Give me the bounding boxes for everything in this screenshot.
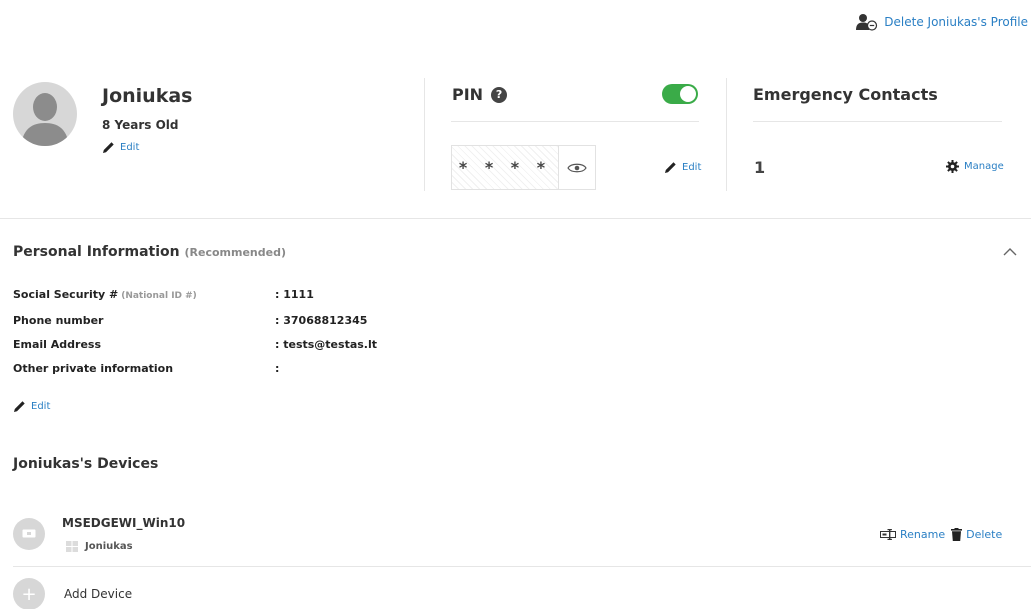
personal-info-title: Personal Information: [13, 244, 180, 260]
info-value: :: [275, 362, 280, 375]
collapse-chevron-up-icon[interactable]: [1003, 241, 1017, 260]
info-row-phone: Phone number : 37068812345: [13, 314, 613, 330]
divider: [451, 121, 699, 122]
manage-contacts-link[interactable]: Manage: [946, 160, 1004, 173]
info-label: Social Security # (National ID #): [13, 288, 197, 301]
edit-personal-info-label: Edit: [31, 401, 51, 412]
delete-device-button[interactable]: Delete: [951, 528, 1002, 541]
info-row-email: Email Address : tests@testas.lt: [13, 338, 613, 354]
divider: [13, 566, 1031, 567]
delete-profile-label: Delete Joniukas's Profile: [884, 15, 1028, 29]
info-label: Phone number: [13, 314, 104, 327]
add-device-plus-icon[interactable]: +: [13, 578, 45, 609]
personal-info-header[interactable]: Personal Information (Recommended): [13, 244, 286, 260]
rename-label: Rename: [900, 528, 946, 541]
child-name: Joniukas: [102, 85, 193, 107]
rename-icon: [880, 529, 896, 540]
edit-personal-info-link[interactable]: Edit: [13, 400, 50, 413]
eye-icon: [567, 163, 587, 172]
device-owner-name: Joniukas: [85, 541, 133, 552]
help-icon[interactable]: ?: [491, 86, 508, 103]
emergency-contacts-title: Emergency Contacts: [753, 85, 938, 104]
pin-toggle[interactable]: [662, 84, 698, 104]
pin-masked-value: * * * *: [452, 146, 559, 189]
pencil-icon: [14, 401, 25, 412]
pencil-icon: [665, 162, 676, 173]
edit-pin-label: Edit: [682, 162, 702, 173]
device-actions: Rename Delete: [880, 528, 1002, 541]
device-owner: Joniukas: [66, 541, 133, 552]
divider: [424, 78, 425, 191]
devices-title: Joniukas's Devices: [13, 456, 159, 472]
delete-label: Delete: [966, 528, 1003, 541]
divider: [726, 78, 727, 191]
windows-logo-icon: [66, 541, 78, 552]
delete-profile-link[interactable]: Delete Joniukas's Profile: [856, 13, 1028, 31]
info-label: Email Address: [13, 338, 102, 351]
gear-icon: [946, 160, 959, 173]
pin-title-label: PIN: [452, 85, 484, 104]
pin-title: PIN ?: [452, 85, 508, 104]
info-label: Other private information: [13, 362, 174, 375]
divider: [753, 121, 1002, 122]
rename-device-button[interactable]: Rename: [880, 528, 945, 541]
edit-pin-link[interactable]: Edit: [664, 161, 701, 174]
info-value: : tests@testas.lt: [275, 338, 378, 351]
remove-user-icon: [856, 14, 878, 31]
info-row-other: Other private information :: [13, 362, 613, 378]
toggle-knob: [680, 86, 696, 102]
user-silhouette-icon: [21, 93, 69, 146]
info-value: : 37068812345: [275, 314, 368, 327]
manage-contacts-label: Manage: [964, 161, 1004, 172]
info-value: : 1111: [275, 288, 314, 301]
info-row-ssn: Social Security # (National ID #) : 1111: [13, 288, 613, 304]
pencil-icon: [103, 142, 114, 153]
device-name: MSEDGEWI_Win10: [62, 516, 186, 530]
emergency-contacts-count: 1: [754, 158, 766, 177]
pin-display: * * * *: [451, 145, 596, 190]
info-label-hint: (National ID #): [121, 291, 197, 301]
device-icon: [13, 518, 45, 550]
monitor-icon: [22, 529, 36, 538]
trash-icon: [951, 528, 963, 541]
info-label-text: Social Security #: [13, 288, 119, 301]
edit-profile-label: Edit: [120, 142, 140, 153]
show-pin-button[interactable]: [559, 146, 595, 189]
child-age: 8 Years Old: [102, 118, 179, 132]
add-device-label[interactable]: Add Device: [64, 587, 132, 601]
section-divider: [0, 218, 1031, 219]
personal-info-note: (Recommended): [184, 246, 286, 259]
avatar: [13, 82, 77, 146]
edit-profile-link[interactable]: Edit: [102, 141, 139, 154]
